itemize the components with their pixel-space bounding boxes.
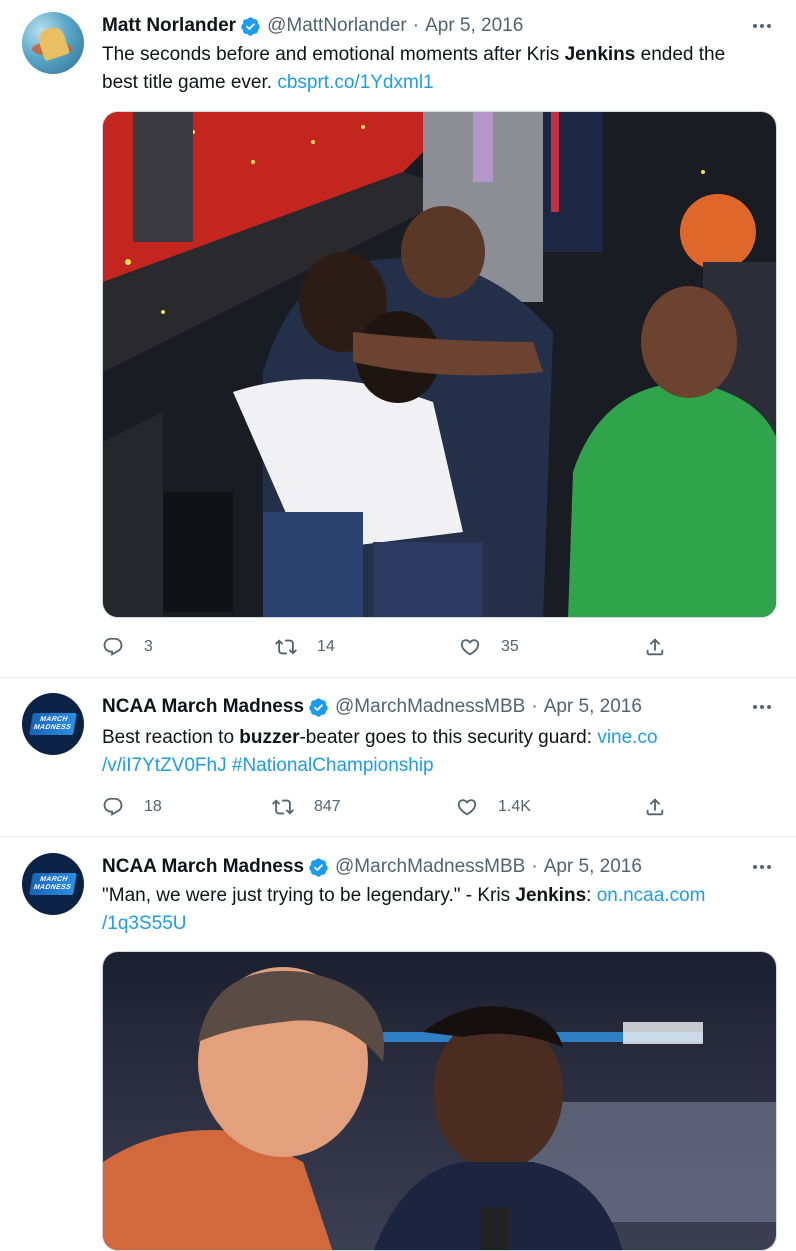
tweet-link-continued[interactable]: /1q3S55U [102,913,187,934]
tweet-link[interactable]: vine.co [597,727,657,748]
tweet-text-part: The seconds before and emotional moments… [102,44,565,65]
reply-button[interactable]: 18 [102,792,162,822]
photo-interview-scene [103,952,776,1250]
avatar[interactable]: MARCH MADNESS [22,693,84,755]
tweet-text-part: : [586,885,597,906]
tweet-text-part: Best reaction to [102,727,240,748]
like-button[interactable]: 1.4K [456,792,531,822]
tweet-photo[interactable] [102,951,777,1251]
retweet-count: 847 [314,798,341,815]
display-name[interactable]: NCAA March Madness [102,696,304,718]
tweet-text: The seconds before and emotional moments… [102,41,766,97]
share-button[interactable] [644,792,686,822]
tweet-header: NCAA March Madness @MarchMadnessMBB · Ap… [102,855,642,879]
tweet-link-continued[interactable]: /v/iI7YtZV0FhJ [102,755,227,776]
display-name[interactable]: Matt Norlander [102,15,236,37]
heart-icon [460,639,480,656]
tweet-link[interactable]: on.ncaa.com [597,885,706,906]
more-options-icon[interactable] [750,695,774,719]
timestamp[interactable]: Apr 5, 2016 [425,15,523,37]
retweet-count: 14 [317,638,335,655]
tweet-1[interactable]: Matt Norlander @MattNorlander · Apr 5, 2… [0,0,796,678]
handle[interactable]: @MattNorlander [267,15,407,37]
reply-count: 18 [144,798,162,815]
tweet-text-highlight: Jenkins [515,885,587,906]
like-button[interactable]: 35 [459,632,519,662]
retweet-icon [275,639,297,655]
retweet-button[interactable]: 14 [275,632,335,662]
photo-hug-scene [103,112,776,617]
tweet-link[interactable]: cbsprt.co/1Ydxml1 [277,72,433,93]
retweet-button[interactable]: 847 [272,792,341,822]
tweet-actions: 18 847 1.4K [102,792,672,822]
timestamp[interactable]: Apr 5, 2016 [544,856,642,878]
tweet-text: Best reaction to buzzer-beater goes to t… [102,724,766,780]
verified-badge-icon [309,857,328,877]
more-options-icon[interactable] [750,14,774,38]
verified-badge-icon [241,16,260,36]
logo-text: MARCH MADNESS [33,716,72,731]
tweet-text-highlight: Jenkins [564,44,636,65]
tweet-text: "Man, we were just trying to be legendar… [102,882,766,938]
separator: · [531,696,538,717]
share-icon [646,798,664,816]
march-madness-logo-icon: MARCH MADNESS [29,713,77,735]
timestamp[interactable]: Apr 5, 2016 [544,696,642,718]
heart-icon [457,799,477,816]
avatar[interactable] [22,12,84,74]
tweet-2[interactable]: MARCH MADNESS NCAA March Madness @MarchM… [0,678,796,837]
like-count: 35 [501,638,519,655]
tweet-3[interactable]: MARCH MADNESS NCAA March Madness @MarchM… [0,837,796,1251]
share-button[interactable] [644,632,686,662]
tweet-photo[interactable] [102,111,777,618]
retweet-icon [272,799,294,815]
share-icon [646,638,664,656]
avatar[interactable]: MARCH MADNESS [22,853,84,915]
like-count: 1.4K [498,798,531,815]
separator: · [412,15,420,36]
tweet-actions: 3 14 35 [102,632,672,662]
reply-icon [103,637,123,656]
tweet-text-part: "Man, we were just trying to be legendar… [102,885,516,906]
handle[interactable]: @MarchMadnessMBB [335,696,525,718]
march-madness-logo-icon: MARCH MADNESS [29,873,77,895]
logo-text: MARCH MADNESS [33,876,72,891]
reply-count: 3 [144,638,153,655]
handle[interactable]: @MarchMadnessMBB [335,856,525,878]
separator: · [531,856,538,877]
more-options-icon[interactable] [750,855,774,879]
tweet-header: Matt Norlander @MattNorlander · Apr 5, 2… [102,14,523,38]
hashtag-link[interactable]: #NationalChampionship [232,755,434,776]
avatar-image-figure [36,24,70,62]
display-name[interactable]: NCAA March Madness [102,856,304,878]
tweet-text-highlight: buzzer [239,727,300,748]
reply-icon [103,797,123,816]
reply-button[interactable]: 3 [102,632,153,662]
tweet-text-part: -beater goes to this security guard: [299,727,598,748]
tweet-header: NCAA March Madness @MarchMadnessMBB · Ap… [102,695,642,719]
verified-badge-icon [309,697,328,717]
